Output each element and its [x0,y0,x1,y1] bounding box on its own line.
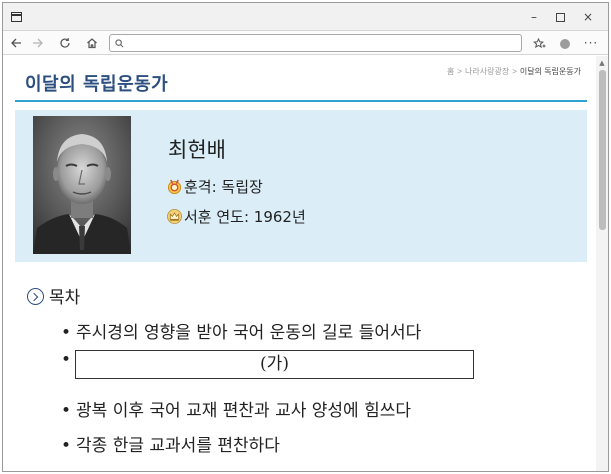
award-year-label: 서훈 연도: 1962년 [184,208,306,226]
maximize-icon [555,13,565,22]
favorites-button[interactable] [529,33,549,53]
breadcrumb: 홈 > 나라사랑광장 > 이달의 독립운동가 [447,66,581,77]
home-icon [87,37,97,48]
breadcrumb-section[interactable]: 나라사랑광장 [465,67,509,76]
arrow-right-icon [33,38,43,47]
profile-button[interactable] [555,33,575,53]
avatar-icon [560,38,570,49]
window-icon [11,12,22,22]
breadcrumb-separator: > [457,67,463,76]
honor-row: 훈격: 독립장 [167,176,263,197]
page-title: 이달의 독립운동가 [25,74,169,95]
address-bar[interactable] [109,34,522,52]
title-divider [15,100,587,102]
reload-icon [60,37,70,48]
breadcrumb-home[interactable]: 홈 [447,67,454,76]
maximize-button[interactable] [547,7,573,27]
toc-item-text: 광복 이후 국어 교재 편찬과 교사 양성에 힘쓰다 [76,401,412,421]
reload-button[interactable] [55,33,75,53]
browser-window: – × ··· 홈 > 나라사랑광장 > 이달의 독립운동가 이달의 독립운동가… [2,2,609,472]
home-button[interactable] [82,33,102,53]
toc-item-text: 각종 한글 교과서를 편찬하다 [76,436,280,456]
toc-item: • 광복 이후 국어 교재 편찬과 교사 양성에 힘쓰다 [61,396,411,421]
navigation-bar: ··· [3,31,608,55]
year-row: 서훈 연도: 1962년 [167,206,306,227]
close-button[interactable]: × [575,7,601,27]
arrow-left-icon [11,38,21,47]
breadcrumb-separator: > [512,67,517,76]
honor-label: 훈격: 독립장 [184,178,263,196]
forward-button[interactable] [28,33,48,53]
profile-card: 최현배 훈격: 독립장 서훈 연도: 1962년 [15,110,587,262]
scroll-up-arrow-icon[interactable]: ▲ [596,58,608,68]
minimize-button[interactable]: – [521,7,547,27]
toc-item: • 각종 한글 교과서를 편찬하다 [61,431,280,456]
blank-answer-box: (가) [75,350,474,379]
bullet: • [61,401,72,421]
crown-icon [167,209,182,224]
back-button[interactable] [6,33,26,53]
scrollbar-thumb[interactable] [599,70,606,230]
more-options-button[interactable]: ··· [581,33,601,53]
person-name: 최현배 [168,138,226,162]
bullet: • [61,350,72,370]
vertical-scrollbar[interactable]: ▲ [596,56,608,471]
medal-icon [167,179,182,194]
toc-heading: 목차 [27,283,80,308]
portrait-photo [33,116,131,254]
favorites-star-icon [532,37,545,48]
chevron-circle-icon [27,288,44,305]
toc-item-text: 주시경의 영향을 받아 국어 운동의 길로 들어서다 [76,323,422,343]
title-bar: – × [3,3,608,31]
toc-item: • [61,350,76,370]
toc-heading-label: 목차 [49,288,81,308]
toc-item: • 주시경의 영향을 받아 국어 운동의 길로 들어서다 [61,318,421,343]
bullet: • [61,436,72,456]
page-content: 홈 > 나라사랑광장 > 이달의 독립운동가 이달의 독립운동가 최현배 훈격:… [3,56,595,471]
bullet: • [61,323,72,343]
search-icon [115,35,124,51]
breadcrumb-current: 이달의 독립운동가 [519,67,581,76]
